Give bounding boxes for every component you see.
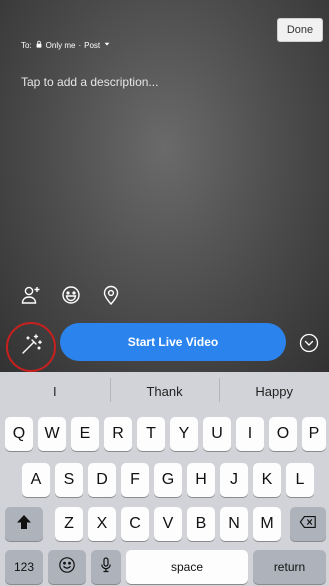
separator-dot: ·: [78, 40, 82, 50]
key-k[interactable]: K: [253, 463, 281, 497]
key-f[interactable]: F: [121, 463, 149, 497]
key-b[interactable]: B: [187, 507, 215, 541]
magic-wand-icon: [19, 333, 43, 362]
caret-down-icon: [103, 40, 111, 50]
live-action-bar: Start Live Video: [0, 317, 329, 372]
to-label: To:: [21, 40, 32, 50]
feeling-icon[interactable]: [60, 284, 82, 306]
key-u[interactable]: U: [203, 417, 231, 451]
key-t[interactable]: T: [137, 417, 165, 451]
done-button[interactable]: Done: [277, 18, 323, 42]
key-o[interactable]: O: [269, 417, 297, 451]
dictation-key[interactable]: [91, 550, 121, 584]
tools-row: [20, 284, 122, 306]
key-e[interactable]: E: [71, 417, 99, 451]
key-r[interactable]: R: [104, 417, 132, 451]
effects-button[interactable]: [6, 322, 56, 372]
start-live-video-button[interactable]: Start Live Video: [60, 323, 286, 361]
tag-people-icon[interactable]: [20, 284, 42, 306]
key-l[interactable]: L: [286, 463, 314, 497]
key-i[interactable]: I: [236, 417, 264, 451]
key-m[interactable]: M: [253, 507, 281, 541]
audience-label: Only me: [45, 40, 76, 50]
key-p[interactable]: P: [302, 417, 326, 451]
emoji-icon: [58, 556, 76, 579]
key-w[interactable]: W: [38, 417, 66, 451]
key-y[interactable]: Y: [170, 417, 198, 451]
description-input[interactable]: Tap to add a description...: [21, 75, 158, 89]
key-j[interactable]: J: [220, 463, 248, 497]
emoji-key[interactable]: [48, 550, 86, 584]
key-g[interactable]: G: [154, 463, 182, 497]
suggestion-item[interactable]: Happy: [219, 377, 329, 402]
return-key[interactable]: return: [253, 550, 326, 584]
camera-preview: Done To: Only me · Post Tap to add a des…: [0, 0, 329, 372]
backspace-icon: [299, 513, 317, 536]
location-icon[interactable]: [100, 284, 122, 306]
key-x[interactable]: X: [88, 507, 116, 541]
space-key[interactable]: space: [126, 550, 248, 584]
chevron-down-circle-icon: [299, 333, 319, 357]
key-v[interactable]: V: [154, 507, 182, 541]
keyboard: I Thank Happy Q W E R T Y U I O P A S D …: [0, 372, 329, 586]
key-z[interactable]: Z: [55, 507, 83, 541]
numbers-key[interactable]: 123: [5, 550, 43, 584]
lock-icon: [35, 40, 43, 50]
more-options-button[interactable]: [299, 333, 319, 353]
key-d[interactable]: D: [88, 463, 116, 497]
key-s[interactable]: S: [55, 463, 83, 497]
key-q[interactable]: Q: [5, 417, 33, 451]
audience-selector[interactable]: To: Only me · Post: [21, 40, 111, 50]
microphone-icon: [97, 556, 115, 579]
post-type-label: Post: [84, 40, 101, 50]
key-c[interactable]: C: [121, 507, 149, 541]
key-a[interactable]: A: [22, 463, 50, 497]
key-h[interactable]: H: [187, 463, 215, 497]
key-n[interactable]: N: [220, 507, 248, 541]
shift-arrow-icon: [15, 513, 33, 536]
suggestion-item[interactable]: Thank: [109, 377, 220, 402]
suggestion-bar: I Thank Happy: [0, 372, 329, 410]
suggestion-item[interactable]: I: [0, 384, 110, 399]
backspace-key[interactable]: [290, 507, 326, 541]
shift-key[interactable]: [5, 507, 43, 541]
